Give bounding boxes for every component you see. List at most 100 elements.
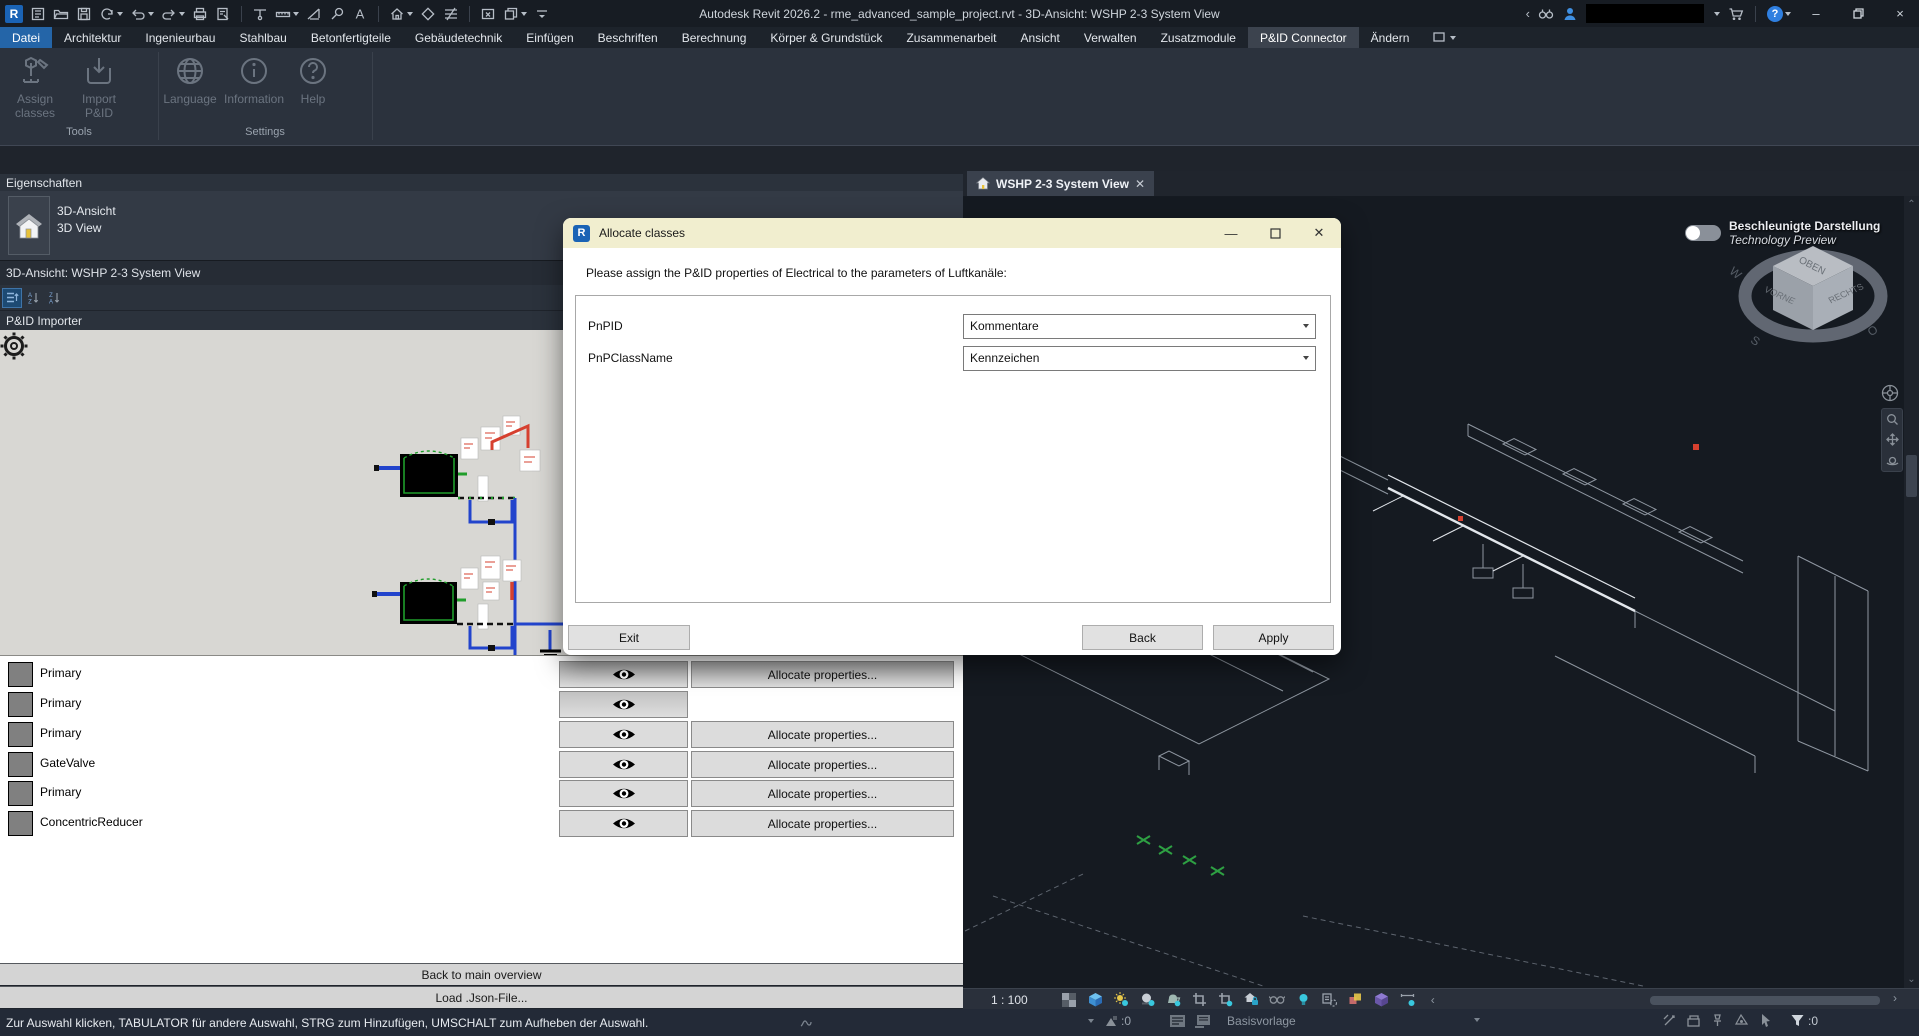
tab-verwalten[interactable]: Verwalten [1072,27,1149,48]
view-template-label[interactable]: Basisvorlage [1227,1014,1296,1028]
default-3d-view-icon[interactable] [389,4,413,24]
view-cube[interactable]: OBEN VORNE RECHTS W S O [1727,246,1888,349]
tab-zusatzmodule[interactable]: Zusatzmodule [1149,27,1248,48]
pnpid-dropdown[interactable]: Kommentare [963,313,1316,339]
sync-caret-icon[interactable] [117,11,123,16]
customize-qat-icon[interactable] [534,4,550,24]
visual-style-icon[interactable] [1087,991,1104,1008]
dialog-close-button[interactable]: ✕ [1297,218,1341,248]
open-icon[interactable] [53,4,69,24]
thin-lines-icon[interactable] [443,4,459,24]
editable-only-icon[interactable]: :0 [1104,1014,1131,1028]
row-color-swatch[interactable] [8,692,33,717]
worksets-caret-icon[interactable] [1088,1019,1094,1023]
import-pid-button[interactable]: Import P&ID [68,54,130,120]
show-crop-region-icon[interactable] [1217,991,1234,1008]
view-tab-active[interactable]: WSHP 2-3 System View ✕ [967,171,1155,196]
row-color-swatch[interactable] [8,752,33,777]
render-dialog-icon[interactable] [1165,991,1182,1008]
tab-betonfertigteile[interactable]: Betonfertigteile [299,27,403,48]
allocate-properties-button[interactable]: Allocate properties... [691,661,954,688]
scroll-up-icon[interactable]: ⌃ [1907,196,1915,210]
view-caret-icon[interactable] [407,11,413,16]
measure-icon[interactable] [275,4,299,24]
tab-ingenieurbau[interactable]: Ingenieurbau [133,27,227,48]
viewbar-expand-icon[interactable]: ‹ [1431,993,1435,1007]
zoom-icon[interactable] [1886,413,1899,426]
displaced-elements-icon[interactable] [1347,991,1364,1008]
information-button[interactable]: Information [222,54,286,120]
tab-einfuegen[interactable]: Einfügen [514,27,585,48]
view-scale[interactable]: 1 : 100 [991,993,1028,1007]
dimension-icon[interactable] [306,4,322,24]
visibility-eye-button[interactable] [559,751,688,778]
search-binoculars-icon[interactable] [1538,4,1554,24]
tab-architektur[interactable]: Architektur [52,27,133,48]
crop-view-icon[interactable] [1191,991,1208,1008]
section-icon[interactable] [420,4,436,24]
visibility-eye-button[interactable] [559,661,688,688]
sun-path-icon[interactable] [1113,991,1130,1008]
row-color-swatch[interactable] [8,811,33,836]
help-button-ribbon[interactable]: Help [292,54,334,120]
allocate-properties-button[interactable]: Allocate properties... [691,721,954,748]
tab-ansicht[interactable]: Ansicht [1009,27,1072,48]
select-pinned-icon[interactable] [1710,1013,1725,1028]
pan-icon[interactable] [1885,433,1899,447]
orbit-icon[interactable] [1886,454,1899,467]
reveal-constraints-icon[interactable] [1373,991,1390,1008]
row-color-swatch[interactable] [8,781,33,806]
undo-caret-icon[interactable] [148,11,154,16]
worksharing-display-icon[interactable] [1321,991,1338,1008]
measure-caret-icon[interactable] [293,11,299,16]
print-icon[interactable] [192,4,208,24]
worksets-dialog-icon[interactable] [1169,1014,1186,1028]
visibility-eye-button[interactable] [559,721,688,748]
drag-on-selection-icon[interactable] [1758,1013,1773,1028]
dialog-apply-button[interactable]: Apply [1213,625,1334,650]
allocate-properties-button[interactable]: Allocate properties... [691,810,954,837]
row-color-swatch[interactable] [8,662,33,687]
detail-level-icon[interactable] [1061,991,1078,1008]
sort-za-icon[interactable]: ZA [45,289,63,307]
minimize-button[interactable]: – [1799,0,1833,27]
undo-icon[interactable] [130,4,154,24]
account-name-redacted[interactable] [1586,4,1704,23]
dialog-title-bar[interactable]: R Allocate classes — ✕ [563,218,1341,248]
tab-zusammenarbeit[interactable]: Zusammenarbeit [894,27,1008,48]
tab-berechnung[interactable]: Berechnung [670,27,759,48]
tab-koerper-grundstueck[interactable]: Körper & Grundstück [758,27,894,48]
sync-icon[interactable] [99,4,123,24]
reveal-hidden-elements-icon[interactable] [1269,991,1286,1008]
view-template-icon[interactable] [1194,1014,1211,1028]
dialog-minimize-button[interactable]: — [1209,218,1253,248]
close-button[interactable]: × [1883,0,1917,27]
horizontal-scrollbar-thumb[interactable] [1650,996,1880,1005]
properties-panel-header[interactable]: Eigenschaften [0,174,969,192]
load-json-button[interactable]: Load .Json-File... [0,986,963,1008]
language-button[interactable]: Language [163,54,217,120]
scrollbar-thumb[interactable] [1906,455,1917,497]
status-misc-icon[interactable] [798,1016,814,1030]
measure-display-icon[interactable] [1399,991,1416,1008]
pnpclassname-dropdown[interactable]: Kennzeichen [963,345,1316,371]
account-caret-icon[interactable] [1714,11,1720,16]
visibility-eye-button[interactable] [559,691,688,718]
save-icon[interactable] [76,4,92,24]
tab-datei[interactable]: Datei [0,27,53,48]
shadows-icon[interactable] [1139,991,1156,1008]
select-by-face-icon[interactable] [1734,1013,1749,1028]
property-list-icon[interactable] [2,287,22,308]
template-caret-icon[interactable] [1472,1018,1480,1022]
dialog-exit-button[interactable]: Exit [568,625,690,650]
visibility-eye-button[interactable] [559,780,688,807]
print-preview-icon[interactable] [215,4,231,24]
select-links-icon[interactable] [1662,1013,1677,1028]
selection-filter[interactable]: :0 [1790,1013,1818,1028]
switch-windows-caret-icon[interactable] [521,11,527,16]
ribbon-options-icon[interactable] [1421,27,1468,48]
user-avatar-icon[interactable] [1562,4,1578,24]
align-icon[interactable] [252,4,268,24]
store-cart-icon[interactable] [1728,4,1744,24]
collapse-chevron-icon[interactable]: ‹ [1526,4,1530,24]
